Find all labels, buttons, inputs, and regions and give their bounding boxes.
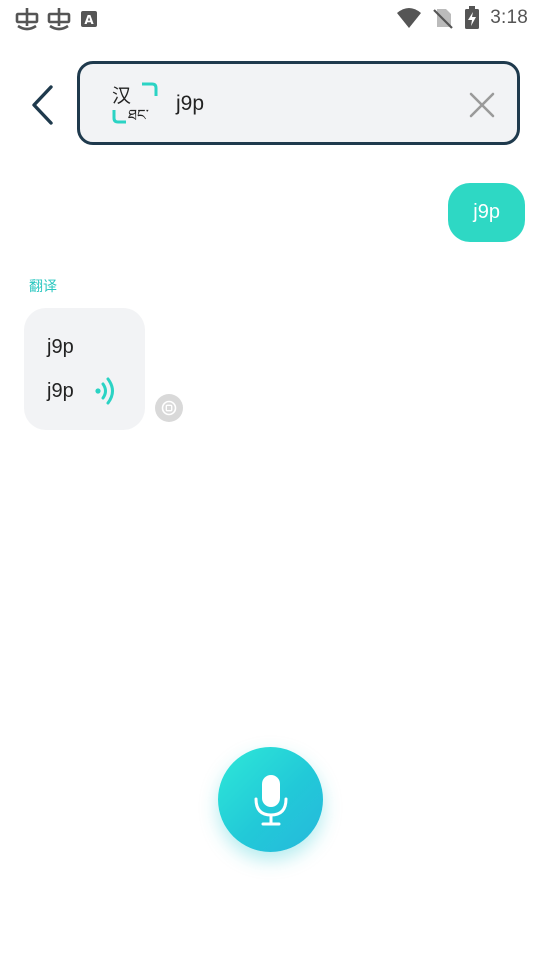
- translation-bubble: j9p j9p: [24, 308, 145, 430]
- search-input[interactable]: j9p: [176, 92, 204, 116]
- copy-icon: [161, 400, 177, 416]
- logo-tibetan-text: ཐང་: [128, 106, 149, 124]
- battery-charging-icon: [464, 6, 480, 30]
- copy-button[interactable]: [155, 394, 183, 422]
- status-left-icons: A: [14, 6, 100, 32]
- bug-icon: [46, 6, 72, 32]
- close-icon: [469, 92, 495, 118]
- wifi-icon: [396, 7, 422, 29]
- translate-label: 翻译: [29, 279, 57, 295]
- chevron-left-icon: [32, 85, 53, 125]
- translation-result-text: j9p: [47, 380, 74, 402]
- status-right-icons: 3:18: [396, 6, 528, 30]
- no-sim-icon: [432, 7, 454, 29]
- clear-button[interactable]: [467, 90, 497, 120]
- status-time: 3:18: [490, 7, 528, 28]
- back-button[interactable]: [22, 80, 62, 130]
- user-message-text: j9p: [473, 201, 500, 223]
- translation-source-text: j9p: [47, 336, 74, 358]
- microphone-icon: [254, 774, 287, 825]
- voice-input-button[interactable]: [218, 747, 323, 852]
- logo-han-text: 汉: [112, 85, 131, 107]
- a-font-icon: A: [78, 8, 100, 30]
- play-audio-button[interactable]: [94, 374, 120, 408]
- status-bar: A 3:18: [0, 0, 540, 38]
- user-message-bubble: j9p: [448, 183, 525, 242]
- language-logo-icon: 汉 ཐང་: [110, 80, 162, 130]
- bug-icon: [14, 6, 40, 32]
- search-field[interactable]: 汉 ཐང་ j9p: [77, 61, 520, 145]
- sound-wave-icon: [95, 377, 114, 405]
- svg-text:A: A: [84, 13, 94, 27]
